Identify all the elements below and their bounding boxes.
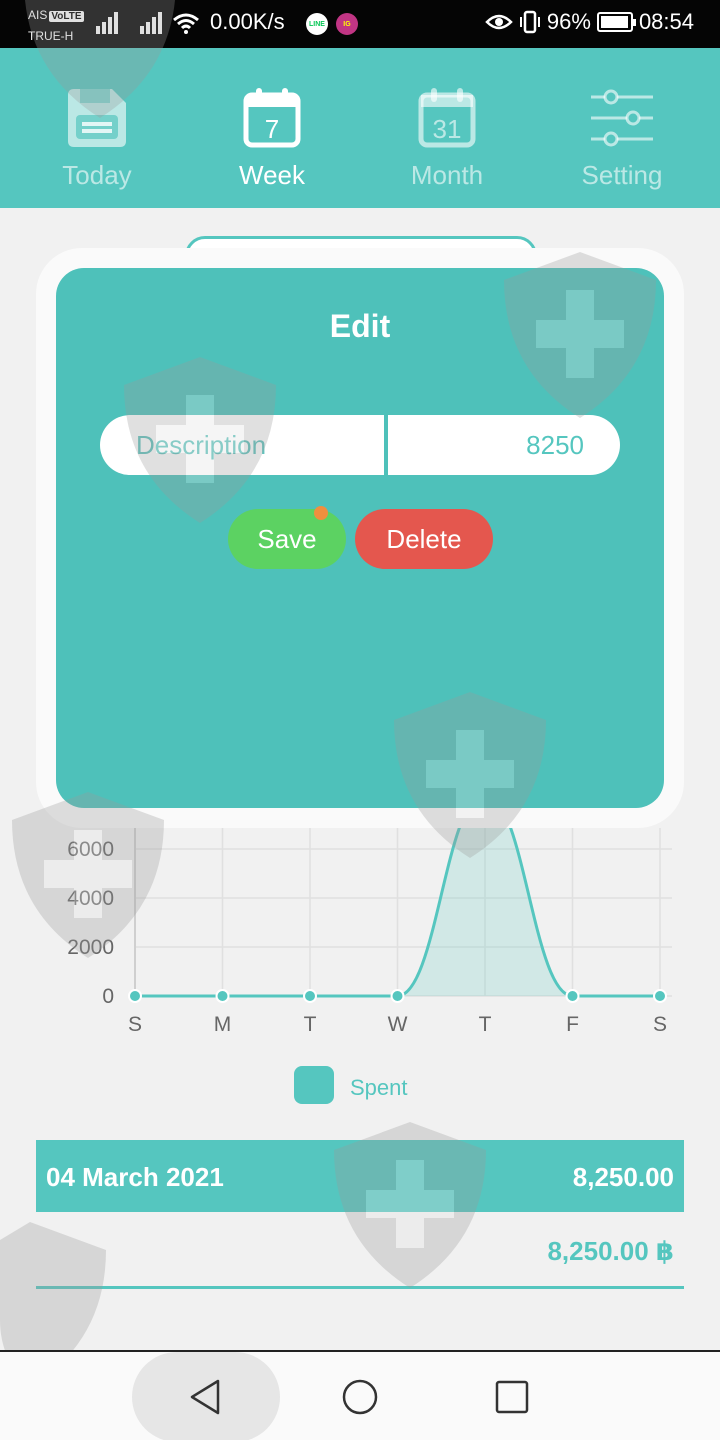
tab-setting-label: Setting bbox=[581, 160, 663, 190]
total-underline bbox=[36, 1286, 684, 1289]
week-total: 8,250.00 ฿ bbox=[547, 1236, 674, 1266]
data-point bbox=[215, 989, 230, 1003]
home-button[interactable] bbox=[335, 1372, 385, 1422]
clock: 08:54 bbox=[638, 9, 694, 34]
instagram-app-icon: IG bbox=[336, 13, 358, 35]
eye-icon bbox=[485, 14, 513, 30]
net-speed: 0.00K/s bbox=[210, 9, 285, 34]
delete-button[interactable]: Delete bbox=[355, 509, 493, 569]
wifi-icon bbox=[173, 13, 199, 34]
vibrate-icon bbox=[519, 10, 540, 34]
battery-percent: 96% bbox=[546, 9, 591, 34]
y-tick-label: 0 bbox=[102, 985, 114, 1008]
x-tick-label: M bbox=[214, 1013, 232, 1036]
y-tick-label: 4000 bbox=[67, 887, 114, 910]
x-tick-label: W bbox=[388, 1013, 408, 1036]
signal-icon bbox=[96, 12, 118, 34]
data-point bbox=[565, 989, 580, 1003]
y-tick-label: 2000 bbox=[67, 936, 114, 959]
tab-month[interactable]: 31 Month bbox=[372, 86, 522, 191]
system-nav-bar bbox=[0, 1350, 720, 1440]
data-point bbox=[303, 989, 317, 1003]
summary-amount: 8,250.00 bbox=[572, 1162, 674, 1192]
line-app-icon: LINE bbox=[306, 13, 328, 35]
calendar-31-icon: 31 bbox=[418, 88, 476, 148]
tab-week-label: Week bbox=[239, 160, 305, 190]
tab-week[interactable]: 7 Week bbox=[197, 86, 347, 191]
x-tick-label: F bbox=[566, 1013, 579, 1036]
weekly-spending-chart: 0 2000 4000 6000 S M T W T F S bbox=[67, 828, 672, 1036]
tab-month-label: Month bbox=[410, 160, 484, 190]
summary-date: 04 March 2021 bbox=[46, 1162, 224, 1192]
top-nav: Today 7 Week 31 Month Setting bbox=[0, 48, 720, 208]
back-triangle-icon bbox=[190, 1379, 220, 1415]
calendar-7-icon: 7 bbox=[243, 88, 301, 148]
carrier2-label: TRUE-H bbox=[28, 29, 74, 43]
volte-badge: VoLTE bbox=[49, 11, 84, 22]
back-button[interactable] bbox=[180, 1372, 230, 1422]
data-point bbox=[390, 989, 405, 1003]
x-tick-label: T bbox=[304, 1013, 317, 1036]
notification-dot bbox=[314, 506, 328, 520]
signal2-icon bbox=[140, 12, 162, 34]
legend-label: Spent bbox=[350, 1075, 408, 1100]
x-tick-label: S bbox=[653, 1013, 667, 1036]
home-circle-icon bbox=[342, 1379, 378, 1415]
tab-today-label: Today bbox=[62, 160, 132, 190]
day-summary-row[interactable]: 04 March 2021 8,250.00 bbox=[36, 1140, 684, 1212]
description-input[interactable] bbox=[100, 415, 384, 475]
carrier-label: AIS VoLTE bbox=[28, 8, 84, 22]
recents-button[interactable] bbox=[487, 1372, 537, 1422]
x-tick-label: S bbox=[128, 1013, 142, 1036]
save-disk-icon bbox=[68, 89, 126, 147]
recents-square-icon bbox=[495, 1380, 529, 1414]
tab-setting[interactable]: Setting bbox=[547, 86, 697, 191]
y-tick-label: 6000 bbox=[67, 838, 114, 861]
x-tick-label: T bbox=[479, 1013, 492, 1036]
battery-fill bbox=[600, 16, 628, 28]
data-point bbox=[128, 989, 142, 1003]
data-point bbox=[653, 989, 667, 1003]
dialog-title: Edit bbox=[329, 308, 391, 344]
amount-input[interactable] bbox=[388, 415, 620, 475]
save-button[interactable]: Save bbox=[228, 509, 346, 569]
tab-today[interactable]: Today bbox=[22, 86, 172, 191]
legend-swatch[interactable] bbox=[294, 1066, 334, 1104]
calendar-31-day: 31 bbox=[433, 114, 462, 144]
edit-dialog: Edit Save Delete bbox=[56, 268, 664, 808]
calendar-7-day: 7 bbox=[265, 114, 279, 144]
battery-icon bbox=[596, 12, 636, 32]
sliders-icon bbox=[591, 89, 653, 147]
status-bar: AIS VoLTE TRUE-H 0.00K/s LINE IG 96% 08:5… bbox=[0, 0, 720, 48]
